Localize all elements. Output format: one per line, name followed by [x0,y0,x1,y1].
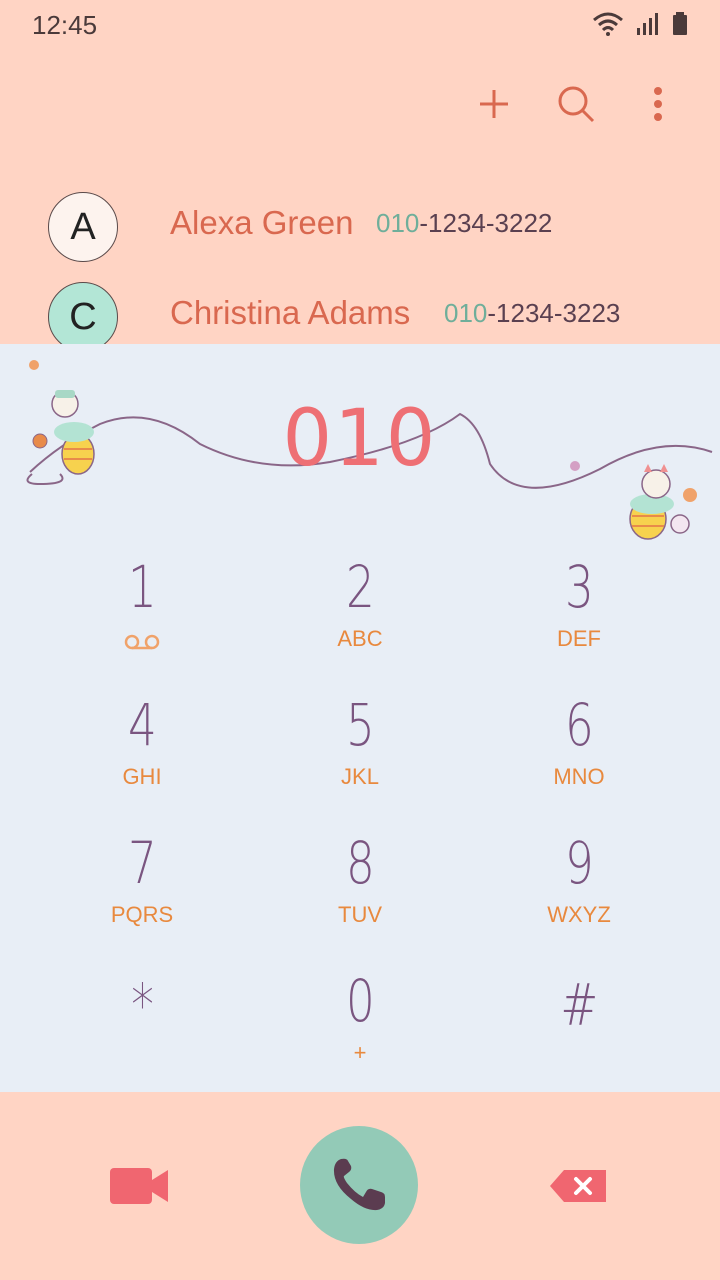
key-3[interactable]: 3 DEF [469,554,689,674]
key-letters: PQRS [110,902,174,927]
key-digit: # [560,971,598,1039]
contact-name: Christina Adams [170,294,411,331]
battery-icon [673,12,687,35]
key-digit: 4 [127,691,157,759]
key-4[interactable]: 4 GHI [32,692,252,812]
key-letters: DEF [557,626,601,651]
key-letters: WXYZ [547,902,611,927]
key-5[interactable]: 5 JKL [250,692,470,812]
more-options-button[interactable] [636,82,680,126]
more-vertical-icon [654,87,662,121]
voicemail-icon [124,634,160,650]
contact-number: 010-1234-3222 [376,208,552,239]
key-letters: MNO [553,764,605,789]
dialpad-panel: 010 1 2 ABC 3 DEF 4 GHI 5 JKL 6 MNO 7 PQ… [0,344,720,1092]
key-9[interactable]: 9 WXYZ [469,830,689,950]
key-letters: JKL [341,764,379,789]
wifi-icon [593,12,623,36]
toolbar [472,82,680,126]
key-digit: 3 [564,553,594,621]
video-call-icon [110,1168,168,1204]
key-letters: GHI [122,764,162,789]
key-6[interactable]: 6 MNO [469,692,689,812]
add-contact-button[interactable] [472,82,516,126]
key-star[interactable]: * [32,972,252,1092]
key-letters: ABC [337,626,383,651]
backspace-icon [550,1170,606,1202]
key-8[interactable]: 8 TUV [250,830,470,950]
call-button[interactable] [300,1126,418,1244]
contact-number: 010-1234-3223 [444,298,620,329]
search-button[interactable] [554,82,598,126]
key-digit: * [130,971,154,1039]
key-2[interactable]: 2 ABC [250,554,470,674]
key-digit: 8 [345,829,375,897]
plus-icon [480,90,508,118]
contact-name: Alexa Green [170,204,354,241]
action-bar [0,1092,720,1280]
key-7[interactable]: 7 PQRS [32,830,252,950]
status-time: 12:45 [32,10,98,40]
key-0[interactable]: 0 + [250,968,470,1088]
key-letters: TUV [338,902,382,927]
status-icons [592,12,688,36]
dialed-number[interactable]: 010 [0,394,720,484]
number-match: 010 [376,208,420,238]
phone-icon [333,1158,385,1211]
number-rest: -1234-3223 [487,298,621,328]
key-digit: 1 [127,553,157,621]
contact-suggestion[interactable]: A Alexa Green 010-1234-3222 [0,188,720,268]
signal-icon [637,13,658,35]
key-digit: 6 [564,691,594,759]
top-panel: 12:45 A Alexa Green 010-1234-3222 C Chri… [0,0,720,352]
key-hash[interactable]: # [469,972,689,1092]
avatar: C [48,282,118,352]
key-digit: 2 [345,553,375,621]
search-icon [558,86,595,123]
number-match: 010 [444,298,488,328]
key-letters: + [353,1040,367,1065]
key-1[interactable]: 1 [32,554,252,674]
key-digit: 0 [345,967,375,1035]
avatar: A [48,192,118,262]
number-rest: -1234-3222 [419,208,553,238]
key-digit: 5 [345,691,375,759]
video-call-button[interactable] [108,1164,170,1213]
key-digit: 9 [564,829,594,897]
key-digit: 7 [127,829,157,897]
backspace-button[interactable] [548,1168,608,1209]
